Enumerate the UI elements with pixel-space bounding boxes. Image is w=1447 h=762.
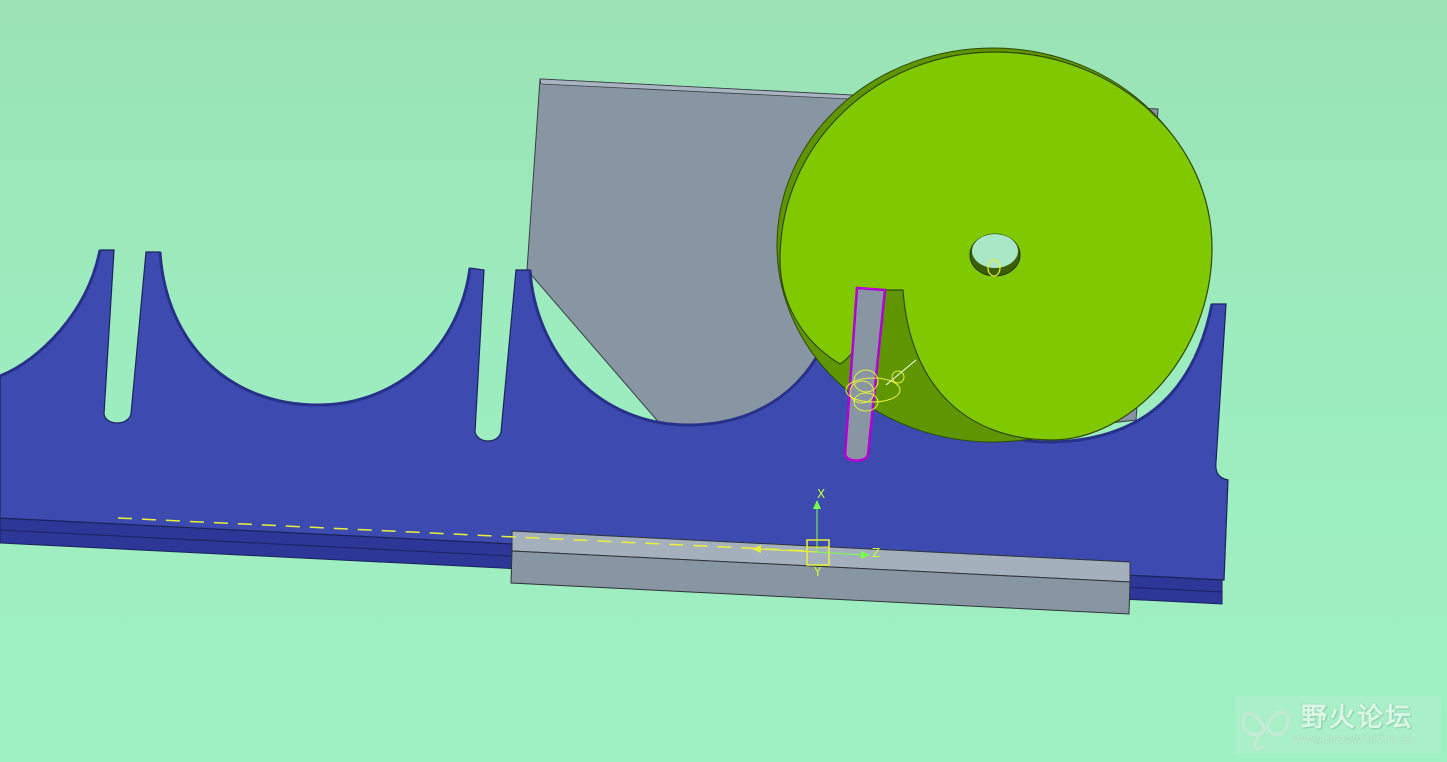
green-wheel[interactable] [776,47,1213,443]
butterfly-icon [1241,710,1290,750]
forum-watermark: 野火论坛 www.proewildfire.cn [1235,696,1441,754]
watermark-url: www.proewildfire.cn [1293,732,1414,746]
cad-3d-viewport[interactable]: X Z Y 野火论坛 www.proewildfire.cn [0,0,1447,762]
model-scene[interactable]: X Z Y [0,0,1447,762]
axis-y-label: Y [813,565,822,579]
axis-x-label: X [817,487,825,501]
axis-z-label: Z [872,546,880,560]
watermark-title: 野火论坛 [1301,703,1414,733]
